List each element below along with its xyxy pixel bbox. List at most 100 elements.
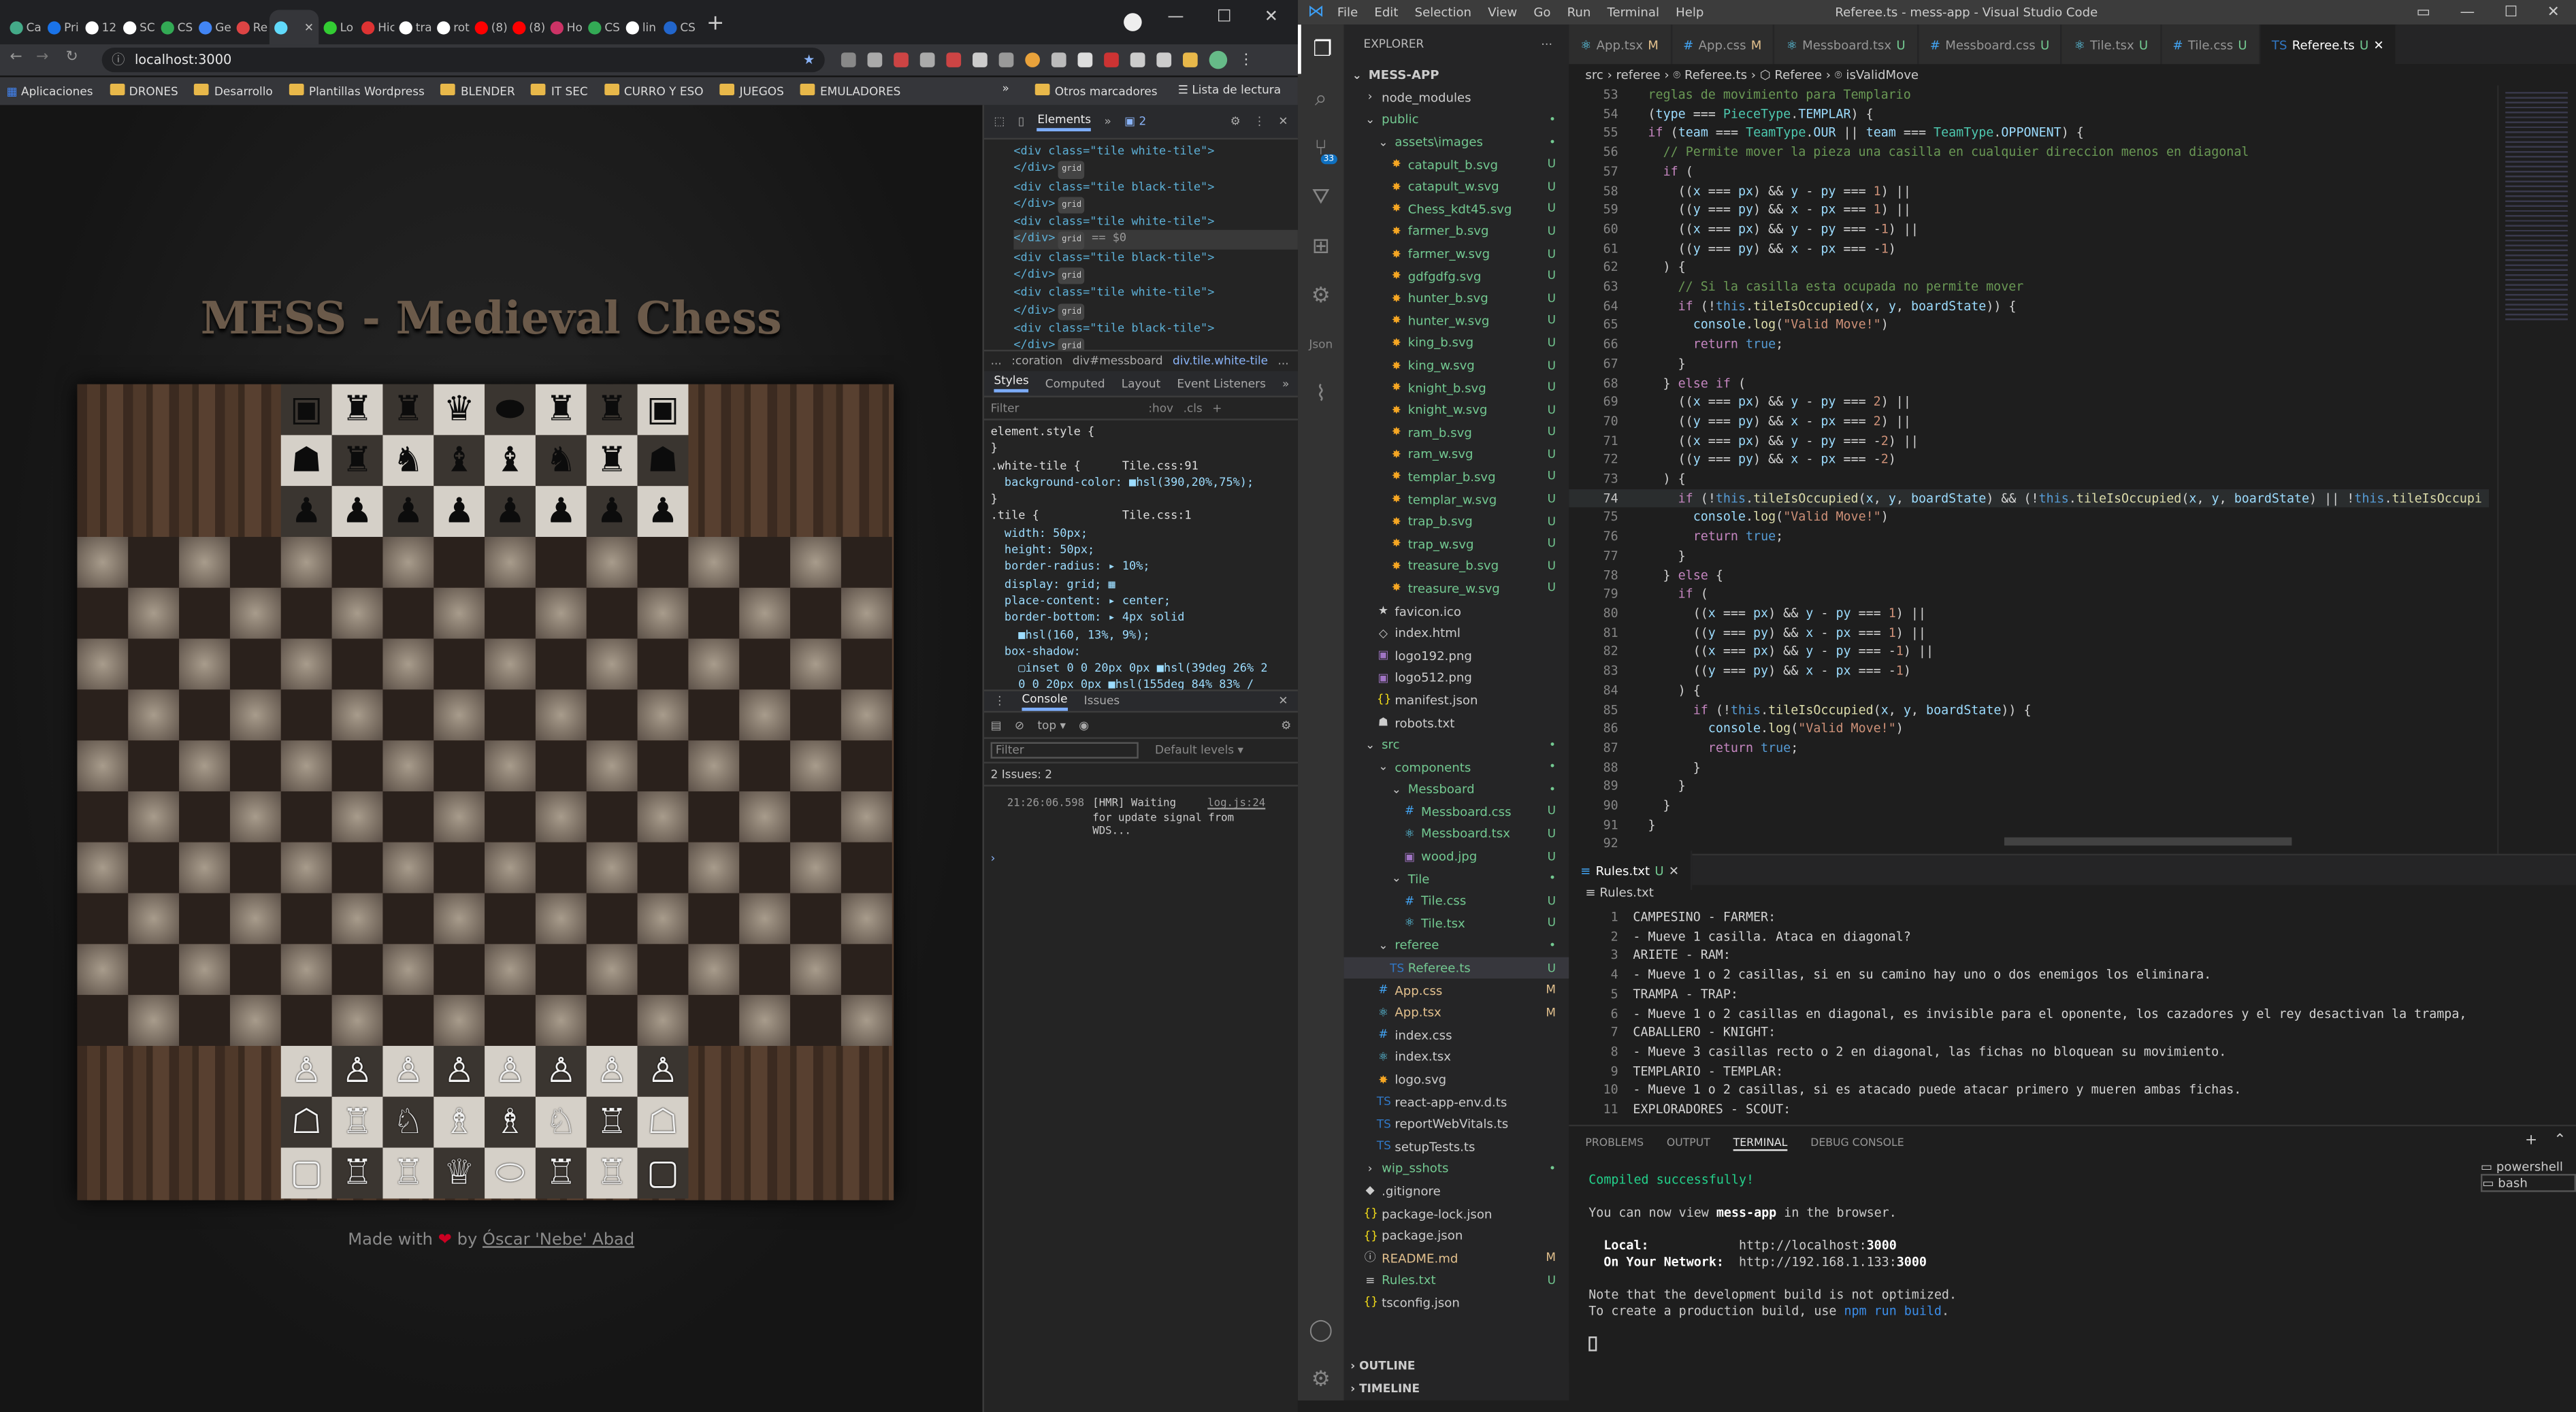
board-tile[interactable] bbox=[179, 995, 230, 1046]
code-line[interactable]: 59 ((y === py) && x - px === 1) || bbox=[1569, 201, 2489, 220]
board-tile[interactable] bbox=[331, 842, 383, 893]
browser-tab[interactable]: SC bbox=[118, 9, 157, 45]
tree-item[interactable]: # Messboard.css U bbox=[1344, 800, 1569, 823]
board-tile[interactable] bbox=[637, 791, 689, 842]
code-line[interactable]: 55 if (team === TeamType.OUR || team ===… bbox=[1569, 124, 2489, 143]
reload-icon[interactable]: ↻ bbox=[66, 49, 78, 65]
board-tile[interactable] bbox=[128, 536, 180, 588]
code-line[interactable]: 88 } bbox=[1569, 758, 2489, 777]
board-tile[interactable] bbox=[331, 740, 383, 791]
menu-item[interactable]: Terminal bbox=[1607, 5, 1659, 20]
chess-piece[interactable]: ♟ bbox=[382, 486, 434, 537]
search-icon[interactable]: ⌕ bbox=[1298, 74, 1344, 123]
browser-tab[interactable]: Ge bbox=[194, 9, 232, 45]
panel-tab[interactable]: OUTPUT bbox=[1667, 1136, 1710, 1149]
board-tile[interactable] bbox=[485, 638, 536, 690]
tree-item[interactable]: ✸ farmer_b.svg U bbox=[1344, 220, 1569, 243]
chess-piece[interactable]: ♞ bbox=[382, 435, 434, 486]
css-line[interactable]: height: 50px; bbox=[991, 542, 1298, 559]
tree-item[interactable]: ✸ trap_b.svg U bbox=[1344, 510, 1569, 533]
tree-item[interactable]: ✸ templar_w.svg U bbox=[1344, 488, 1569, 510]
board-tile[interactable] bbox=[739, 944, 791, 996]
styles-tab[interactable]: Computed bbox=[1045, 377, 1105, 390]
browser-tab[interactable]: Re bbox=[231, 9, 270, 45]
board-tile[interactable] bbox=[179, 842, 230, 893]
tree-item[interactable]: {} tsconfig.json bbox=[1344, 1292, 1569, 1314]
board-tile[interactable] bbox=[229, 893, 281, 945]
board-tile[interactable] bbox=[229, 536, 281, 588]
board-tile[interactable] bbox=[179, 791, 230, 842]
board-tile[interactable] bbox=[485, 587, 536, 639]
issues-count[interactable]: 2 Issues: 2 bbox=[983, 764, 1298, 787]
git-graph-icon[interactable]: ⌇ bbox=[1298, 370, 1344, 418]
board-tile[interactable] bbox=[637, 995, 689, 1046]
grid-badge[interactable]: grid bbox=[1058, 232, 1086, 250]
board-tile[interactable] bbox=[280, 944, 332, 996]
dom-node[interactable]: </div> grid bbox=[1013, 337, 1298, 350]
tab-issues[interactable]: Issues bbox=[1084, 695, 1120, 708]
board-tile[interactable] bbox=[128, 638, 180, 690]
chess-piece[interactable]: ♙ bbox=[536, 1046, 587, 1097]
board-tile[interactable] bbox=[382, 944, 434, 996]
chess-piece[interactable]: ♕ bbox=[434, 1148, 485, 1199]
chess-piece[interactable]: ♘ bbox=[382, 1097, 434, 1148]
tree-item[interactable]: ⓘ README.md M bbox=[1344, 1247, 1569, 1269]
board-tile[interactable] bbox=[179, 893, 230, 945]
minimap[interactable] bbox=[2497, 85, 2576, 857]
inspect-icon[interactable]: ⬚ bbox=[994, 115, 1005, 128]
board-tile[interactable] bbox=[637, 638, 689, 690]
extension-icon[interactable] bbox=[1183, 52, 1198, 67]
code-line[interactable]: 83 ((y === py) && x - px === -1) bbox=[1569, 662, 2489, 681]
bookmark-star-icon[interactable]: ★ bbox=[803, 48, 815, 72]
chess-piece[interactable]: ⬬ bbox=[485, 384, 536, 436]
editor-breadcrumb[interactable]: src › referee › ⌾ Referee.ts › ⬡ Referee… bbox=[1569, 64, 1919, 85]
tree-item[interactable]: ✸ ram_w.svg U bbox=[1344, 444, 1569, 466]
chess-piece[interactable]: ♟ bbox=[434, 486, 485, 537]
board-tile[interactable] bbox=[790, 587, 841, 639]
css-line[interactable]: ▢inset 0 0 20px 0px ■hsl(39deg 26% 2 bbox=[991, 660, 1298, 677]
board-tile[interactable] bbox=[841, 842, 892, 893]
css-line[interactable]: border-bottom: ▸ 4px solid bbox=[991, 610, 1298, 627]
board-tile[interactable] bbox=[841, 536, 892, 588]
board-tile[interactable] bbox=[434, 638, 485, 690]
board-tile[interactable] bbox=[586, 638, 638, 690]
rules-text[interactable]: 1 CAMPESINO - FARMER: 2- Mueve 1 casilla. … bbox=[1569, 908, 2576, 1119]
tree-item[interactable]: ▣ wood.jpg U bbox=[1344, 845, 1569, 868]
code-line[interactable]: 54 (type === PieceType.TEMPLAR) { bbox=[1569, 105, 2489, 124]
tree-item[interactable]: ✸ knight_b.svg U bbox=[1344, 376, 1569, 399]
tree-item[interactable]: TS react-app-env.d.ts bbox=[1344, 1091, 1569, 1113]
tree-item[interactable]: ⌄ referee • bbox=[1344, 934, 1569, 957]
bookmark-item[interactable]: EMULADORES bbox=[800, 84, 900, 99]
board-tile[interactable] bbox=[790, 842, 841, 893]
avatar[interactable] bbox=[1209, 50, 1228, 69]
back-icon[interactable]: ← bbox=[10, 49, 22, 65]
board-tile[interactable] bbox=[790, 995, 841, 1046]
board-tile[interactable] bbox=[128, 587, 180, 639]
styles-tab[interactable]: Event Listeners bbox=[1177, 377, 1266, 390]
board-tile[interactable] bbox=[382, 536, 434, 588]
close-devtools-icon[interactable]: ✕ bbox=[1278, 115, 1298, 128]
board-tile[interactable] bbox=[535, 740, 587, 791]
tree-item[interactable]: ◇ index.html bbox=[1344, 622, 1569, 644]
chess-piece[interactable]: ♝ bbox=[485, 435, 536, 486]
json-icon[interactable]: Json bbox=[1298, 320, 1344, 369]
code-line[interactable]: 57 if ( bbox=[1569, 162, 2489, 181]
board-tile[interactable] bbox=[688, 842, 740, 893]
rules-line[interactable]: 2- Mueve 1 casilla. Ataca en diagonal? bbox=[1569, 927, 2576, 947]
board-tile[interactable] bbox=[637, 944, 689, 996]
board-tile[interactable] bbox=[128, 689, 180, 741]
board-tile[interactable] bbox=[77, 842, 129, 893]
browser-tab[interactable]: (8) bbox=[508, 9, 546, 45]
chess-piece[interactable]: ♙ bbox=[434, 1046, 485, 1097]
board-tile[interactable] bbox=[331, 638, 383, 690]
tree-item[interactable]: {} package-lock.json bbox=[1344, 1202, 1569, 1225]
tree-item[interactable]: ▣ logo192.png bbox=[1344, 644, 1569, 667]
editor-tab[interactable]: # App.css M bbox=[1672, 24, 1775, 65]
board-tile[interactable] bbox=[331, 536, 383, 588]
chess-piece[interactable]: ♖ bbox=[332, 1148, 383, 1199]
issues-badge[interactable]: ▣ 2 bbox=[1124, 115, 1146, 128]
extension-icon[interactable] bbox=[894, 52, 909, 67]
console-settings-icon[interactable]: ⚙ bbox=[1281, 719, 1298, 732]
chess-piece[interactable]: ♗ bbox=[434, 1097, 485, 1148]
grid-badge[interactable]: grid bbox=[1058, 161, 1086, 179]
